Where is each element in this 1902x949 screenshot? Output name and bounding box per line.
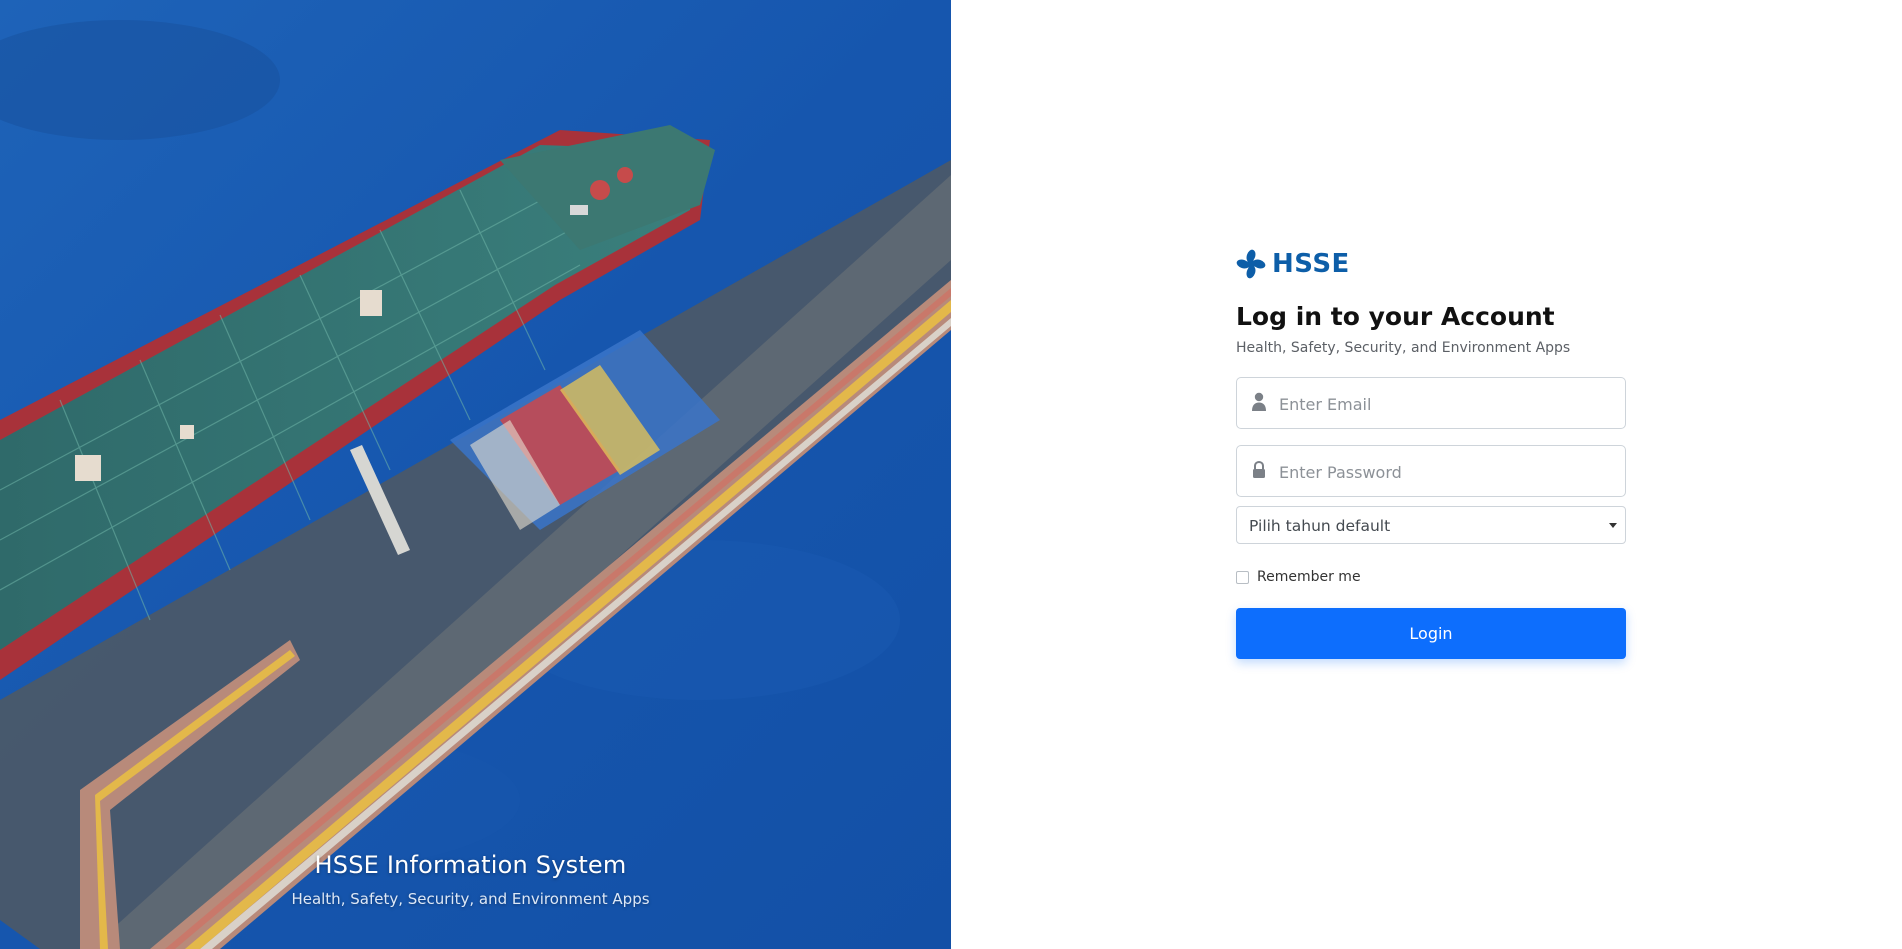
password-input[interactable] xyxy=(1277,446,1621,498)
login-button[interactable]: Login xyxy=(1236,608,1626,659)
login-panel: HSSE Log in to your Account Health, Safe… xyxy=(951,0,1902,949)
remember-me-label[interactable]: Remember me xyxy=(1257,569,1361,585)
hero-subtitle: Health, Safety, Security, and Environmen… xyxy=(291,890,650,908)
hero-panel: HSSE Information System Health, Safety, … xyxy=(0,0,951,949)
email-input[interactable] xyxy=(1277,378,1621,430)
year-select-value: Pilih tahun default xyxy=(1249,517,1391,535)
hero-caption: HSSE Information System Health, Safety, … xyxy=(0,849,941,909)
brand-logo: HSSE xyxy=(1236,247,1626,281)
remember-me-checkbox[interactable] xyxy=(1236,570,1249,584)
login-subheading: Health, Safety, Security, and Environmen… xyxy=(1236,340,1571,356)
login-heading: Log in to your Account xyxy=(1236,302,1555,331)
brand-name: HSSE xyxy=(1272,249,1350,279)
email-field-wrapper xyxy=(1236,377,1626,430)
hero-title: HSSE Information System xyxy=(314,851,627,879)
year-select[interactable]: Pilih tahun default xyxy=(1236,506,1626,544)
password-field-wrapper xyxy=(1236,445,1626,498)
remember-me-row: Remember me xyxy=(1236,568,1626,586)
chevron-down-icon xyxy=(1609,523,1617,528)
login-form: HSSE Log in to your Account Health, Safe… xyxy=(1236,247,1626,659)
hero-image xyxy=(0,0,951,949)
lock-icon xyxy=(1253,460,1265,478)
user-icon xyxy=(1252,392,1266,411)
hsse-cross-logo-icon xyxy=(1236,249,1266,279)
login-page: HSSE Information System Health, Safety, … xyxy=(0,0,1902,949)
